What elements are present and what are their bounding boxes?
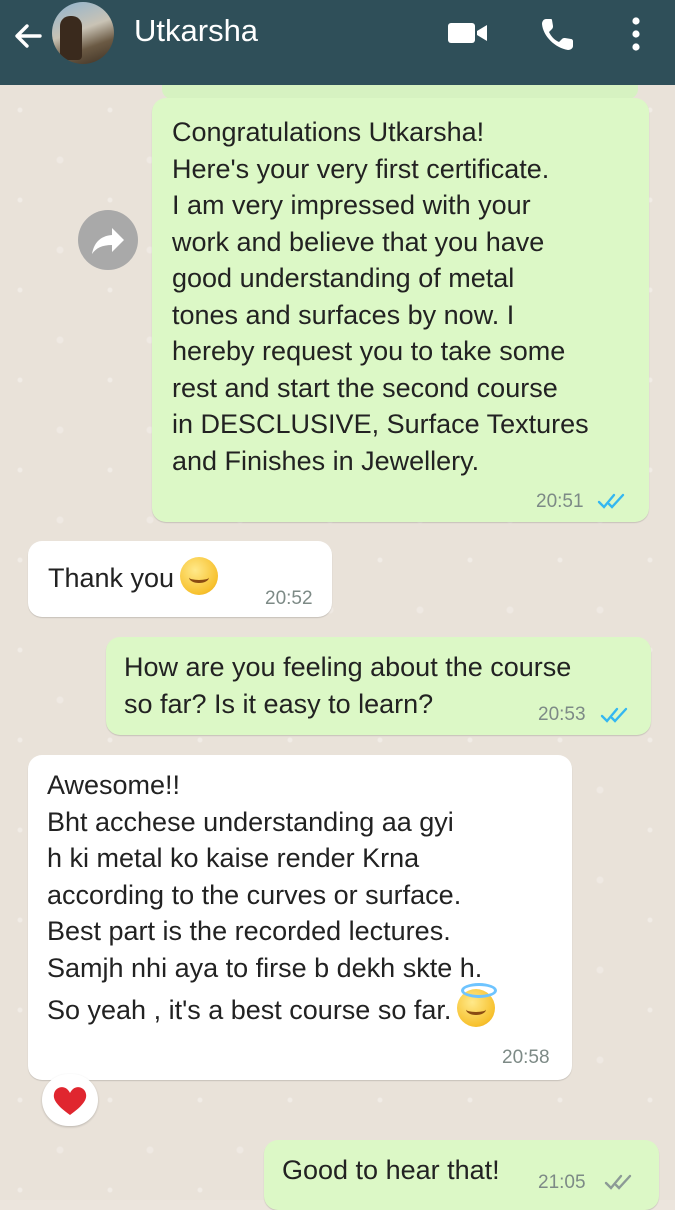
message-text: Good to hear that! bbox=[282, 1155, 500, 1185]
voice-call-icon[interactable] bbox=[538, 14, 578, 54]
message-time: 20:52 bbox=[265, 588, 313, 609]
message-text: Thank you bbox=[48, 563, 175, 593]
previous-media-bubble-edge bbox=[162, 85, 638, 99]
video-call-icon[interactable] bbox=[446, 16, 490, 50]
smiling-face-emoji-icon bbox=[180, 557, 219, 595]
delivered-ticks-icon bbox=[604, 1174, 632, 1190]
message-bubble-outgoing[interactable]: How are you feeling about the course so … bbox=[106, 637, 651, 735]
more-options-icon[interactable] bbox=[628, 14, 644, 54]
message-text-last-line: So yeah , it's a best course so far. bbox=[47, 995, 452, 1025]
message-time: 20:51 bbox=[536, 491, 584, 512]
halo-icon bbox=[461, 983, 498, 998]
contact-name[interactable]: Utkarsha bbox=[134, 13, 258, 49]
avatar[interactable] bbox=[52, 2, 114, 64]
back-arrow-icon[interactable] bbox=[10, 18, 46, 54]
chat-header: Utkarsha bbox=[0, 0, 675, 85]
message-time: 21:05 bbox=[538, 1172, 586, 1193]
message-bubble-incoming[interactable]: Thank you 20:52 bbox=[28, 541, 332, 617]
read-ticks-icon bbox=[600, 707, 628, 723]
smiling-face-with-halo-emoji-icon bbox=[457, 983, 498, 1027]
message-time: 20:53 bbox=[538, 704, 586, 725]
message-text: Congratulations Utkarsha! Here's your ve… bbox=[172, 117, 589, 476]
message-bubble-outgoing[interactable]: Congratulations Utkarsha! Here's your ve… bbox=[152, 98, 649, 522]
message-text: Awesome!! Bht acchese understanding aa g… bbox=[47, 770, 483, 983]
read-ticks-icon bbox=[597, 493, 625, 509]
message-time: 20:58 bbox=[502, 1047, 550, 1068]
message-bubble-incoming[interactable]: Awesome!! Bht acchese understanding aa g… bbox=[28, 755, 572, 1080]
forward-icon[interactable] bbox=[78, 210, 138, 270]
heart-reaction-icon[interactable] bbox=[42, 1074, 98, 1126]
